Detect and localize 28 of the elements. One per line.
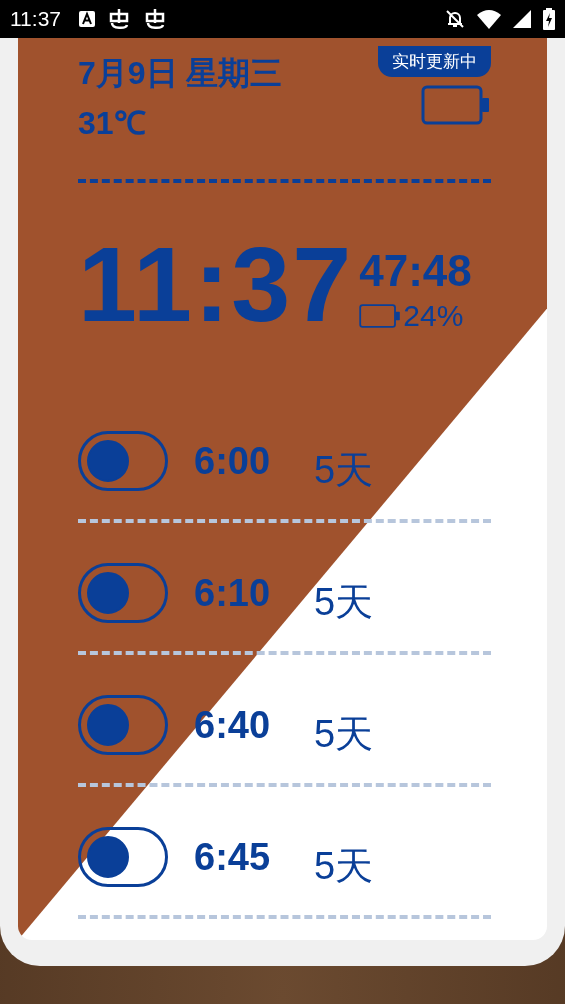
temperature-text: 31℃ bbox=[78, 104, 147, 143]
alarm-toggle[interactable] bbox=[78, 695, 168, 755]
wifi-icon bbox=[477, 9, 501, 29]
alarm-repeat: 5天 bbox=[314, 579, 374, 625]
notification-icon bbox=[107, 8, 131, 30]
alarm-repeat: 5天 bbox=[314, 447, 374, 493]
battery-percent: 24% bbox=[403, 299, 464, 333]
app-icon bbox=[79, 11, 95, 27]
update-button[interactable]: 实时更新中 bbox=[378, 46, 491, 77]
alarm-repeat: 5天 bbox=[314, 711, 374, 757]
alarm-time: 6:45 bbox=[194, 835, 272, 879]
alarm-toggle[interactable] bbox=[78, 563, 168, 623]
status-time: 11:37 bbox=[10, 7, 61, 31]
clock-time: 11:37 bbox=[78, 231, 354, 337]
alarm-toggle[interactable] bbox=[78, 827, 168, 887]
alarm-time: 6:40 bbox=[194, 703, 272, 747]
alarm-time: 6:00 bbox=[194, 439, 272, 483]
battery-charging-icon bbox=[543, 8, 555, 30]
muted-bell-icon bbox=[445, 9, 465, 29]
battery-icon bbox=[421, 85, 491, 125]
alarm-repeat: 5天 bbox=[314, 843, 374, 889]
battery-icon bbox=[359, 304, 402, 328]
signal-icon bbox=[513, 10, 531, 28]
alarm-toggle[interactable] bbox=[78, 431, 168, 491]
notification-icon bbox=[143, 8, 167, 30]
date-text: 7月9日 星期三 bbox=[78, 54, 283, 93]
alarm-time: 6:10 bbox=[194, 571, 272, 615]
clock-seconds: 47:48 bbox=[359, 249, 472, 293]
